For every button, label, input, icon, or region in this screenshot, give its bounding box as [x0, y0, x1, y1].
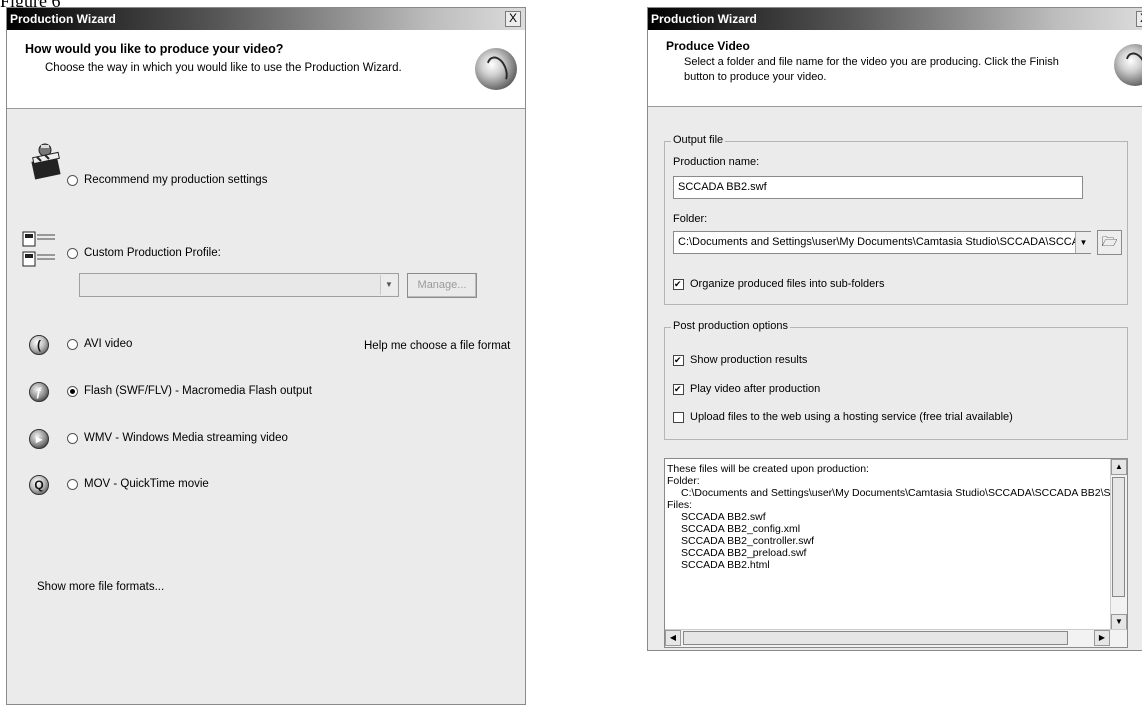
- production-wizard-produce-window: Production Wizard X Produce Video Select…: [647, 7, 1142, 651]
- wizard-header: How would you like to produce your video…: [7, 30, 525, 109]
- checkbox-checked[interactable]: [673, 354, 684, 366]
- production-name-label: Production name:: [673, 156, 760, 168]
- recommend-settings-radio[interactable]: Recommend my production settings: [67, 174, 267, 186]
- mov-radio[interactable]: MOV - QuickTime movie: [67, 478, 209, 490]
- list-line: SCCADA BB2.html: [681, 559, 770, 571]
- play-after-label: Play video after production: [690, 383, 821, 395]
- window-title: Production Wizard: [10, 12, 116, 26]
- post-production-group: Post production options Show production …: [664, 320, 1128, 440]
- scroll-down-icon[interactable]: ▼: [1111, 614, 1127, 630]
- browse-folder-button[interactable]: 🗁: [1097, 230, 1122, 255]
- camtasia-logo-icon: [475, 48, 517, 90]
- radio-circle-selected[interactable]: [67, 385, 78, 397]
- checkbox-checked[interactable]: [673, 278, 684, 290]
- output-file-group: Output file Production name: SCCADA BB2.…: [664, 134, 1128, 305]
- checkbox-unchecked[interactable]: [673, 411, 684, 423]
- upload-checkbox[interactable]: Upload files to the web using a hosting …: [673, 411, 1013, 423]
- recommend-settings-label: Recommend my production settings: [84, 174, 268, 186]
- list-line: These files will be created upon product…: [667, 463, 869, 475]
- header-subtitle: Choose the way in which you would like t…: [45, 62, 402, 74]
- wmv-label: WMV - Windows Media streaming video: [84, 432, 288, 444]
- flash-icon: ƒ: [29, 382, 49, 402]
- show-results-label: Show production results: [690, 354, 808, 366]
- chevron-down-icon[interactable]: ▼: [1075, 232, 1091, 253]
- avi-disc-icon: (: [29, 335, 49, 355]
- scroll-left-icon[interactable]: ◀: [665, 630, 681, 646]
- radio-circle[interactable]: [67, 338, 78, 350]
- folder-value: C:\Documents and Settings\user\My Docume…: [678, 236, 1091, 248]
- quicktime-icon: Q: [29, 475, 49, 495]
- upload-label: Upload files to the web using a hosting …: [690, 411, 1013, 423]
- output-file-legend: Output file: [671, 134, 726, 146]
- header-title: How would you like to produce your video…: [25, 42, 284, 56]
- show-results-checkbox[interactable]: Show production results: [673, 354, 807, 366]
- files-preview-list[interactable]: These files will be created upon product…: [664, 458, 1128, 648]
- flash-output-radio[interactable]: Flash (SWF/FLV) - Macromedia Flash outpu…: [67, 385, 312, 397]
- list-line: SCCADA BB2.swf: [681, 511, 766, 523]
- custom-profile-radio[interactable]: Custom Production Profile:: [67, 247, 221, 259]
- list-line: C:\Documents and Settings\user\My Docume…: [681, 487, 1128, 499]
- scroll-right-icon[interactable]: ▶: [1094, 630, 1110, 646]
- organize-subfolders-checkbox[interactable]: Organize produced files into sub-folders: [673, 278, 884, 290]
- list-line: Folder:: [667, 475, 700, 487]
- scroll-up-icon[interactable]: ▲: [1111, 459, 1127, 475]
- production-wizard-format-window: Production Wizard X How would you like t…: [6, 7, 526, 705]
- mov-label: MOV - QuickTime movie: [84, 478, 209, 490]
- wmv-radio[interactable]: WMV - Windows Media streaming video: [67, 432, 288, 444]
- window-title: Production Wizard: [651, 12, 757, 26]
- open-folder-icon: 🗁: [1101, 234, 1118, 249]
- show-more-formats-link[interactable]: Show more file formats...: [37, 581, 164, 593]
- camtasia-logo-icon: [1114, 44, 1142, 86]
- header-title: Produce Video: [666, 39, 750, 53]
- wizard-header: Produce Video Select a folder and file n…: [648, 30, 1142, 107]
- wmv-play-icon: ▸: [29, 429, 49, 449]
- list-line: SCCADA BB2_config.xml: [681, 523, 801, 535]
- organize-subfolders-label: Organize produced files into sub-folders: [690, 278, 885, 290]
- close-button[interactable]: X: [505, 11, 521, 27]
- radio-circle[interactable]: [67, 174, 78, 186]
- chevron-down-icon[interactable]: ▼: [380, 275, 397, 295]
- help-choose-format-link[interactable]: Help me choose a file format: [364, 340, 510, 352]
- horizontal-scrollbar[interactable]: ◀ ▶: [665, 629, 1127, 647]
- title-bar[interactable]: Production Wizard X: [648, 8, 1142, 30]
- folder-dropdown[interactable]: C:\Documents and Settings\user\My Docume…: [673, 231, 1091, 254]
- scroll-thumb-horizontal[interactable]: [683, 631, 1068, 645]
- custom-profile-label: Custom Production Profile:: [84, 247, 221, 259]
- header-subtitle: Select a folder and file name for the vi…: [684, 56, 1059, 83]
- folder-label: Folder:: [673, 213, 708, 225]
- checkbox-checked[interactable]: [673, 383, 684, 395]
- avi-video-radio[interactable]: AVI video: [67, 338, 132, 350]
- close-button[interactable]: X: [1136, 11, 1142, 27]
- list-line: Files:: [667, 499, 693, 511]
- production-name-input[interactable]: SCCADA BB2.swf: [673, 176, 1083, 199]
- avi-video-label: AVI video: [84, 338, 133, 350]
- flash-output-label: Flash (SWF/FLV) - Macromedia Flash outpu…: [84, 385, 312, 397]
- play-after-checkbox[interactable]: Play video after production: [673, 383, 820, 395]
- custom-profile-dropdown[interactable]: ▼: [79, 273, 399, 297]
- profile-list-icon: [21, 230, 59, 270]
- scroll-thumb[interactable]: [1112, 477, 1125, 597]
- list-line: SCCADA BB2_preload.swf: [681, 547, 807, 559]
- list-line: SCCADA BB2_controller.swf: [681, 535, 815, 547]
- radio-circle[interactable]: [67, 247, 78, 259]
- radio-circle[interactable]: [67, 478, 78, 490]
- vertical-scrollbar[interactable]: ▲ ▼: [1110, 459, 1127, 630]
- manage-button[interactable]: Manage...: [407, 273, 477, 298]
- radio-circle[interactable]: [67, 432, 78, 444]
- post-production-legend: Post production options: [671, 320, 790, 332]
- title-bar[interactable]: Production Wizard X: [7, 8, 525, 30]
- clapperboard-wizard-icon: [27, 141, 67, 181]
